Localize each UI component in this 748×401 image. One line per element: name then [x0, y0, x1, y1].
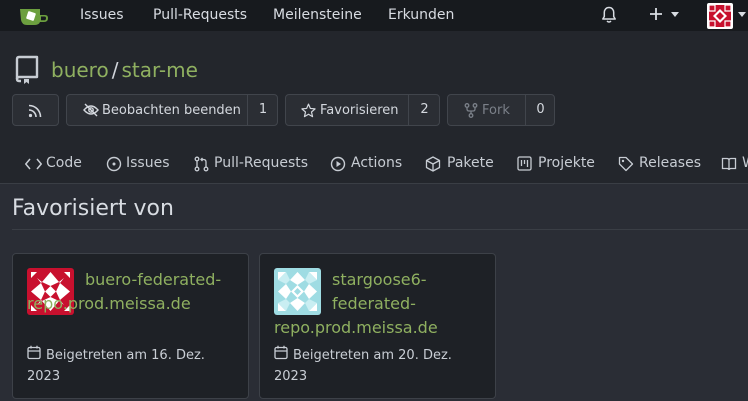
star-button[interactable]: Favorisieren 2: [285, 94, 440, 126]
tab-projects[interactable]: Projekte: [538, 155, 595, 171]
stargazer-name-part: repo.prod.meissa.de: [274, 318, 438, 337]
tab-code[interactable]: Code: [46, 155, 82, 171]
fork-button[interactable]: Fork 0: [447, 94, 555, 126]
joined-date-part: 2023: [274, 369, 308, 384]
user-avatar[interactable]: [707, 3, 733, 29]
stargazer-name-link[interactable]: stargoose6- federated-repo.prod.meissa.de: [274, 268, 486, 340]
repo-owner-link[interactable]: buero: [51, 58, 109, 82]
nav-explore[interactable]: Erkunden: [388, 7, 454, 23]
stargazer-name-part: repo.prod.meissa.de: [27, 294, 191, 313]
tab-pull-requests[interactable]: Pull-Requests: [214, 155, 308, 171]
unwatch-button[interactable]: Beobachten beenden 1: [66, 94, 278, 126]
repo-separator: /: [111, 58, 119, 82]
page-title: Favorisiert von: [12, 196, 174, 221]
repo-title: buero / star-me: [51, 58, 198, 82]
star-count[interactable]: 2: [408, 95, 440, 125]
watch-count[interactable]: 1: [247, 95, 278, 125]
nav-pull-requests[interactable]: Pull-Requests: [153, 7, 247, 23]
tab-issues[interactable]: Issues: [126, 155, 170, 171]
chevron-down-icon[interactable]: [738, 12, 746, 18]
joined-date: Beigetreten am 16. Dez. 2023: [27, 345, 239, 387]
bell-icon[interactable]: [601, 6, 617, 24]
repo-name-link[interactable]: star-me: [121, 58, 197, 82]
tag-icon: [618, 156, 634, 172]
tab-releases[interactable]: Releases: [639, 155, 701, 171]
joined-date-part: 2023: [27, 369, 61, 384]
stargazer-card: stargoose6- federated-repo.prod.meissa.de…: [259, 253, 496, 399]
star-label: Favorisieren: [320, 103, 399, 118]
header-divider: [0, 183, 748, 184]
unwatch-label: Beobachten beenden: [102, 103, 241, 118]
eye-closed-icon: [83, 103, 99, 117]
repo-icon: [15, 55, 41, 85]
fork-label: Fork: [482, 103, 510, 118]
pull-request-icon: [194, 156, 209, 172]
stargazer-name-part: stargoose6-: [332, 270, 427, 289]
title-divider: [12, 229, 748, 230]
package-icon: [425, 156, 441, 172]
chevron-down-icon[interactable]: [671, 12, 679, 18]
code-icon: [25, 158, 42, 170]
stargazer-card: buero-federated-repo.prod.meissa.de Beig…: [12, 253, 249, 399]
fork-count[interactable]: 0: [525, 95, 555, 125]
logo-icon[interactable]: [18, 4, 50, 26]
stargazer-name-part: federated-: [332, 294, 416, 313]
tab-packages[interactable]: Pakete: [447, 155, 494, 171]
plus-icon[interactable]: [648, 6, 664, 22]
joined-date: Beigetreten am 20. Dez. 2023: [274, 345, 486, 387]
project-icon: [517, 156, 532, 171]
star-icon: [301, 103, 316, 118]
play-icon: [330, 156, 346, 172]
stargazer-name-link[interactable]: buero-federated-repo.prod.meissa.de: [27, 268, 239, 316]
joined-date-part: Beigetreten am 20. Dez.: [293, 348, 452, 363]
tab-wiki[interactable]: W: [742, 155, 748, 171]
rss-button[interactable]: [12, 94, 59, 126]
fork-icon: [464, 103, 478, 118]
book-icon: [721, 156, 737, 172]
joined-date-part: Beigetreten am 16. Dez.: [46, 348, 205, 363]
top-navbar: Issues Pull-Requests Meilensteine Erkund…: [0, 0, 748, 31]
issue-icon: [106, 156, 122, 172]
nav-milestones[interactable]: Meilensteine: [273, 7, 362, 23]
stargazer-name-part: buero-federated-: [85, 270, 222, 289]
tab-actions[interactable]: Actions: [351, 155, 402, 171]
rss-icon: [28, 104, 42, 118]
nav-issues[interactable]: Issues: [80, 7, 124, 23]
